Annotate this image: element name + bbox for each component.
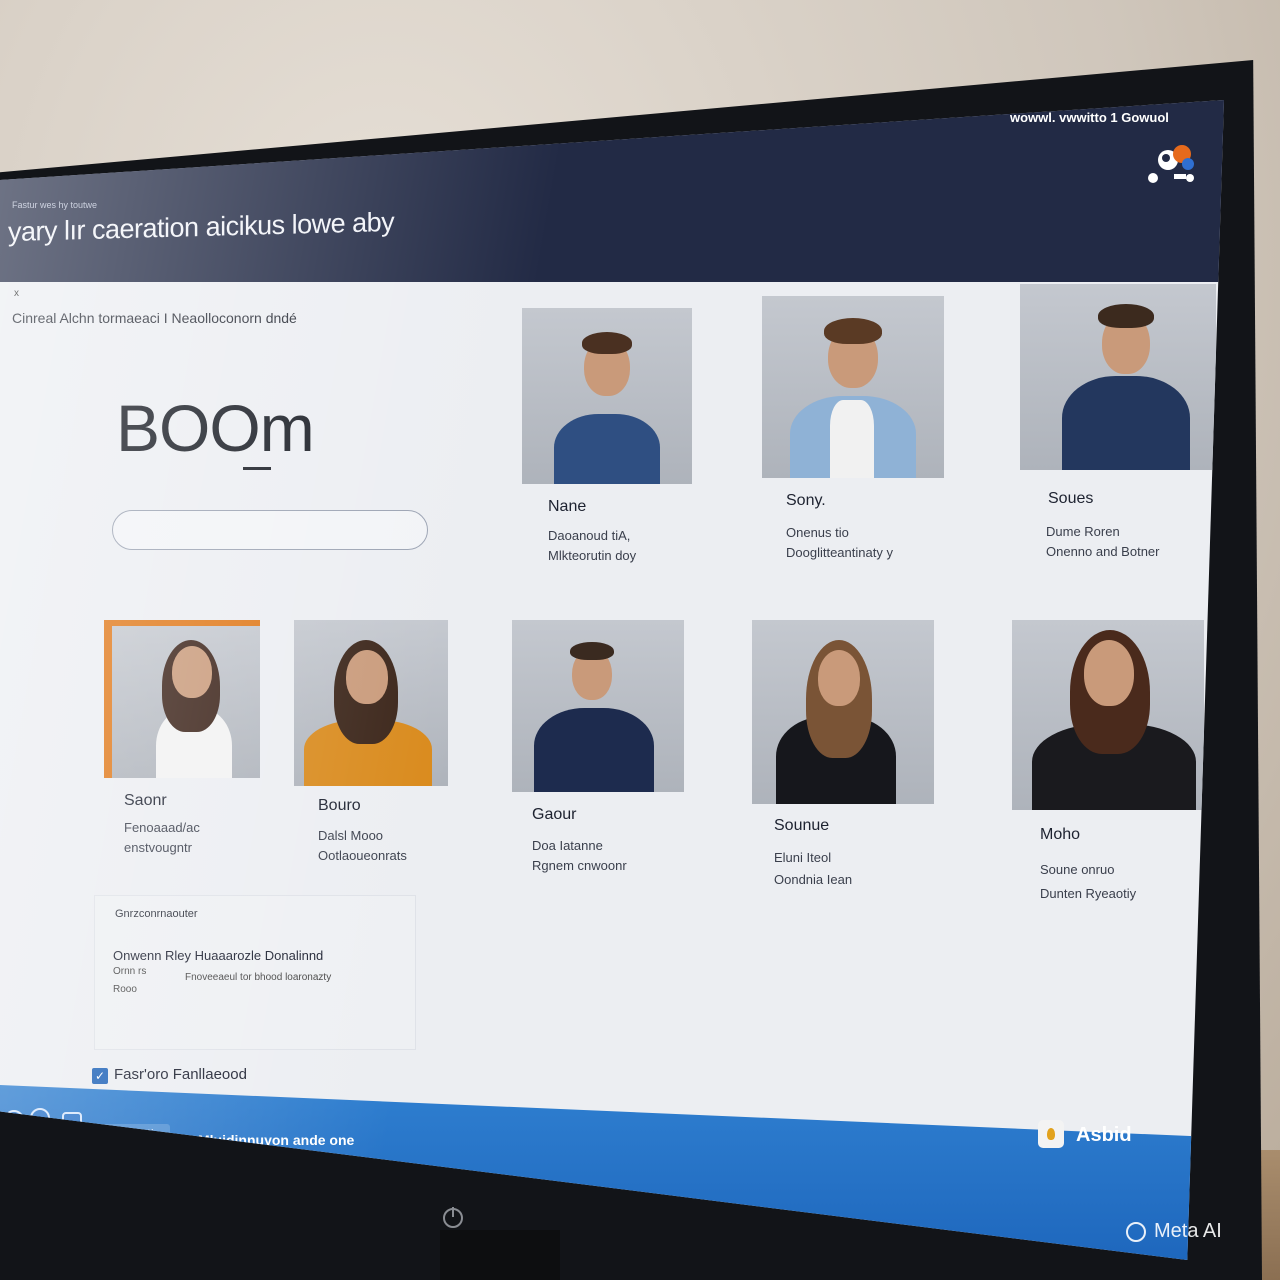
monitor-stand [440,1230,560,1280]
profile-detail: enstvougntr [124,840,192,855]
profile-name: Saonr [124,792,167,809]
header-brand-small: Fastur wes hy toutwe [12,200,98,210]
profile-photo[interactable] [1012,620,1204,810]
profile-hair [570,642,614,660]
profile-detail: Ootlaoueonrats [318,848,407,863]
colorful-cluster-logo-icon[interactable] [1144,138,1202,186]
info-panel-heading: Gnrzconrnaouter [115,908,198,920]
profile-detail: Onenno and Botner [1046,544,1160,559]
profile-detail: Oondnia Iean [774,872,853,887]
info-panel-key: Ornn rs [113,966,147,977]
profile-shirt [554,414,660,484]
profile-name: Nane [548,498,587,515]
profile-detail: Daoanoud tiA, [548,528,631,543]
profile-photo[interactable] [1020,284,1216,470]
page-subtitle: Cinreal Alchn tormaeaci I Neaolloconorn … [12,310,297,326]
profile-hair [1098,304,1154,328]
profile-name: Bouro [318,797,361,814]
profile-detail: Fenoaaad/ac [124,820,200,835]
profile-photo[interactable] [752,620,934,804]
profile-face [172,646,212,698]
profile-photo-selected[interactable] [104,620,260,778]
profile-detail: Dume Roren [1046,524,1120,539]
power-button-icon[interactable] [443,1207,463,1228]
profile-photo[interactable] [294,620,448,786]
profile-photo[interactable] [512,620,684,792]
profile-name: Moho [1040,826,1081,843]
profile-photo[interactable] [522,308,692,484]
profile-detail: Mlkteorutin doy [548,548,637,563]
monitor-screen: Fastur wes hy toutwe уary lır caeration … [0,100,1224,1260]
profile-name: Sony. [786,492,826,509]
profile-detail: Eluni Iteol [774,850,832,865]
section-marker: x [14,288,19,299]
app-launcher-icon[interactable] [1038,1120,1064,1148]
profile-shirt [534,708,654,792]
profile-detail: Rgnem cnwoonr [532,858,627,873]
brand-wordmark: BOOm [116,391,315,465]
profile-face [346,650,388,704]
profile-face [818,650,860,706]
remember-checkbox-label[interactable]: Fasr'oro Fanllaeood [114,1066,247,1083]
profile-detail: Dalsl Mooo [318,828,384,843]
info-panel-key: Rooo [113,984,137,995]
info-panel-value: Fnoveeaeul tor bhood loaronazty [185,972,332,983]
profile-hair [582,332,632,354]
profile-name: Soues [1048,490,1094,507]
profile-detail: Dunten Ryeaotiy [1040,886,1137,901]
search-input[interactable] [112,510,428,550]
remember-checkbox[interactable]: ✓ [92,1068,108,1084]
profile-detail: Soune onruo [1040,862,1115,877]
profile-name: Gaour [532,806,577,823]
app-launcher-label[interactable]: Asbid [1076,1124,1132,1147]
profile-shirt [1062,376,1190,470]
watermark-text: Meta AI [1154,1220,1222,1242]
profile-face [1084,640,1134,706]
app-title: уary lır caeration aicikus lowe aby [8,206,395,248]
profile-name: Sounue [774,817,830,834]
profile-photo[interactable] [762,296,944,478]
wordmark-underline [243,467,271,470]
profile-detail: Doa Iatanne [532,838,603,853]
info-panel: Gnrzconrnaouter Onwenn Rley Huaaarozle D… [94,895,416,1050]
profile-detail: Onenus tio [786,525,849,540]
profile-detail: Dooglitteantinaty y [786,545,893,560]
profile-undershirt [830,400,874,478]
info-panel-title: Onwenn Rley Huaaarozle Donalinnd [113,948,324,963]
profile-hair [824,318,882,344]
